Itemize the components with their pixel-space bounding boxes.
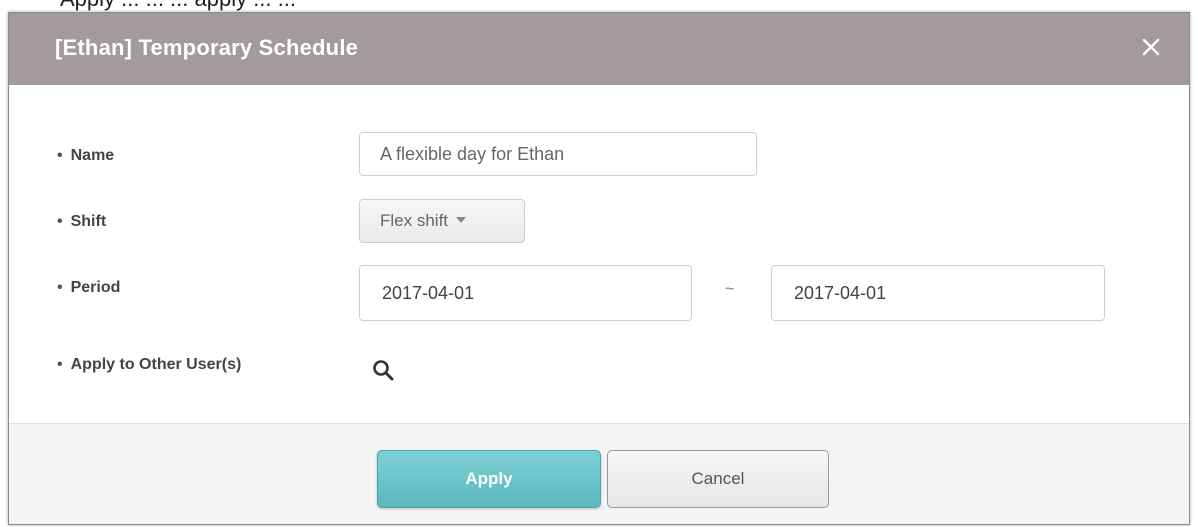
bullet: • <box>57 279 63 296</box>
shift-label: • Shift <box>57 213 107 230</box>
cancel-button[interactable]: Cancel <box>607 450 829 508</box>
period-label: • Period <box>57 279 121 296</box>
dialog-titlebar: [Ethan] Temporary Schedule <box>9 13 1189 85</box>
temporary-schedule-dialog: [Ethan] Temporary Schedule •Name •Shift … <box>8 12 1190 525</box>
period-end-date-field[interactable]: 2017-04-01 <box>771 265 1105 321</box>
background-page-fragment: Apply ... ... ... apply ... ... <box>0 0 1198 12</box>
caret-down-icon <box>456 216 467 223</box>
bullet: • <box>57 213 63 230</box>
dialog-footer: Apply Cancel <box>9 423 1189 524</box>
shift-select[interactable]: Flex shift <box>359 199 525 243</box>
dialog-title: [Ethan] Temporary Schedule <box>55 35 359 60</box>
user-search-button[interactable] <box>371 358 395 382</box>
search-icon <box>373 360 394 381</box>
period-start-date-field[interactable]: 2017-04-01 <box>359 265 692 321</box>
period-separator: ~ <box>725 281 735 298</box>
apply-other-users-label: • Apply to Other User(s) <box>57 356 242 373</box>
close-button[interactable] <box>1137 33 1165 61</box>
bullet: • <box>57 356 63 373</box>
cropped-background-text: Apply ... ... ... apply ... ... <box>60 0 296 12</box>
close-icon <box>1142 38 1160 56</box>
bullet: • <box>57 147 63 164</box>
apply-button[interactable]: Apply <box>377 450 601 508</box>
name-input[interactable] <box>359 132 757 176</box>
name-label: • Name <box>57 147 115 164</box>
shift-selected-value: Flex shift <box>380 211 449 230</box>
